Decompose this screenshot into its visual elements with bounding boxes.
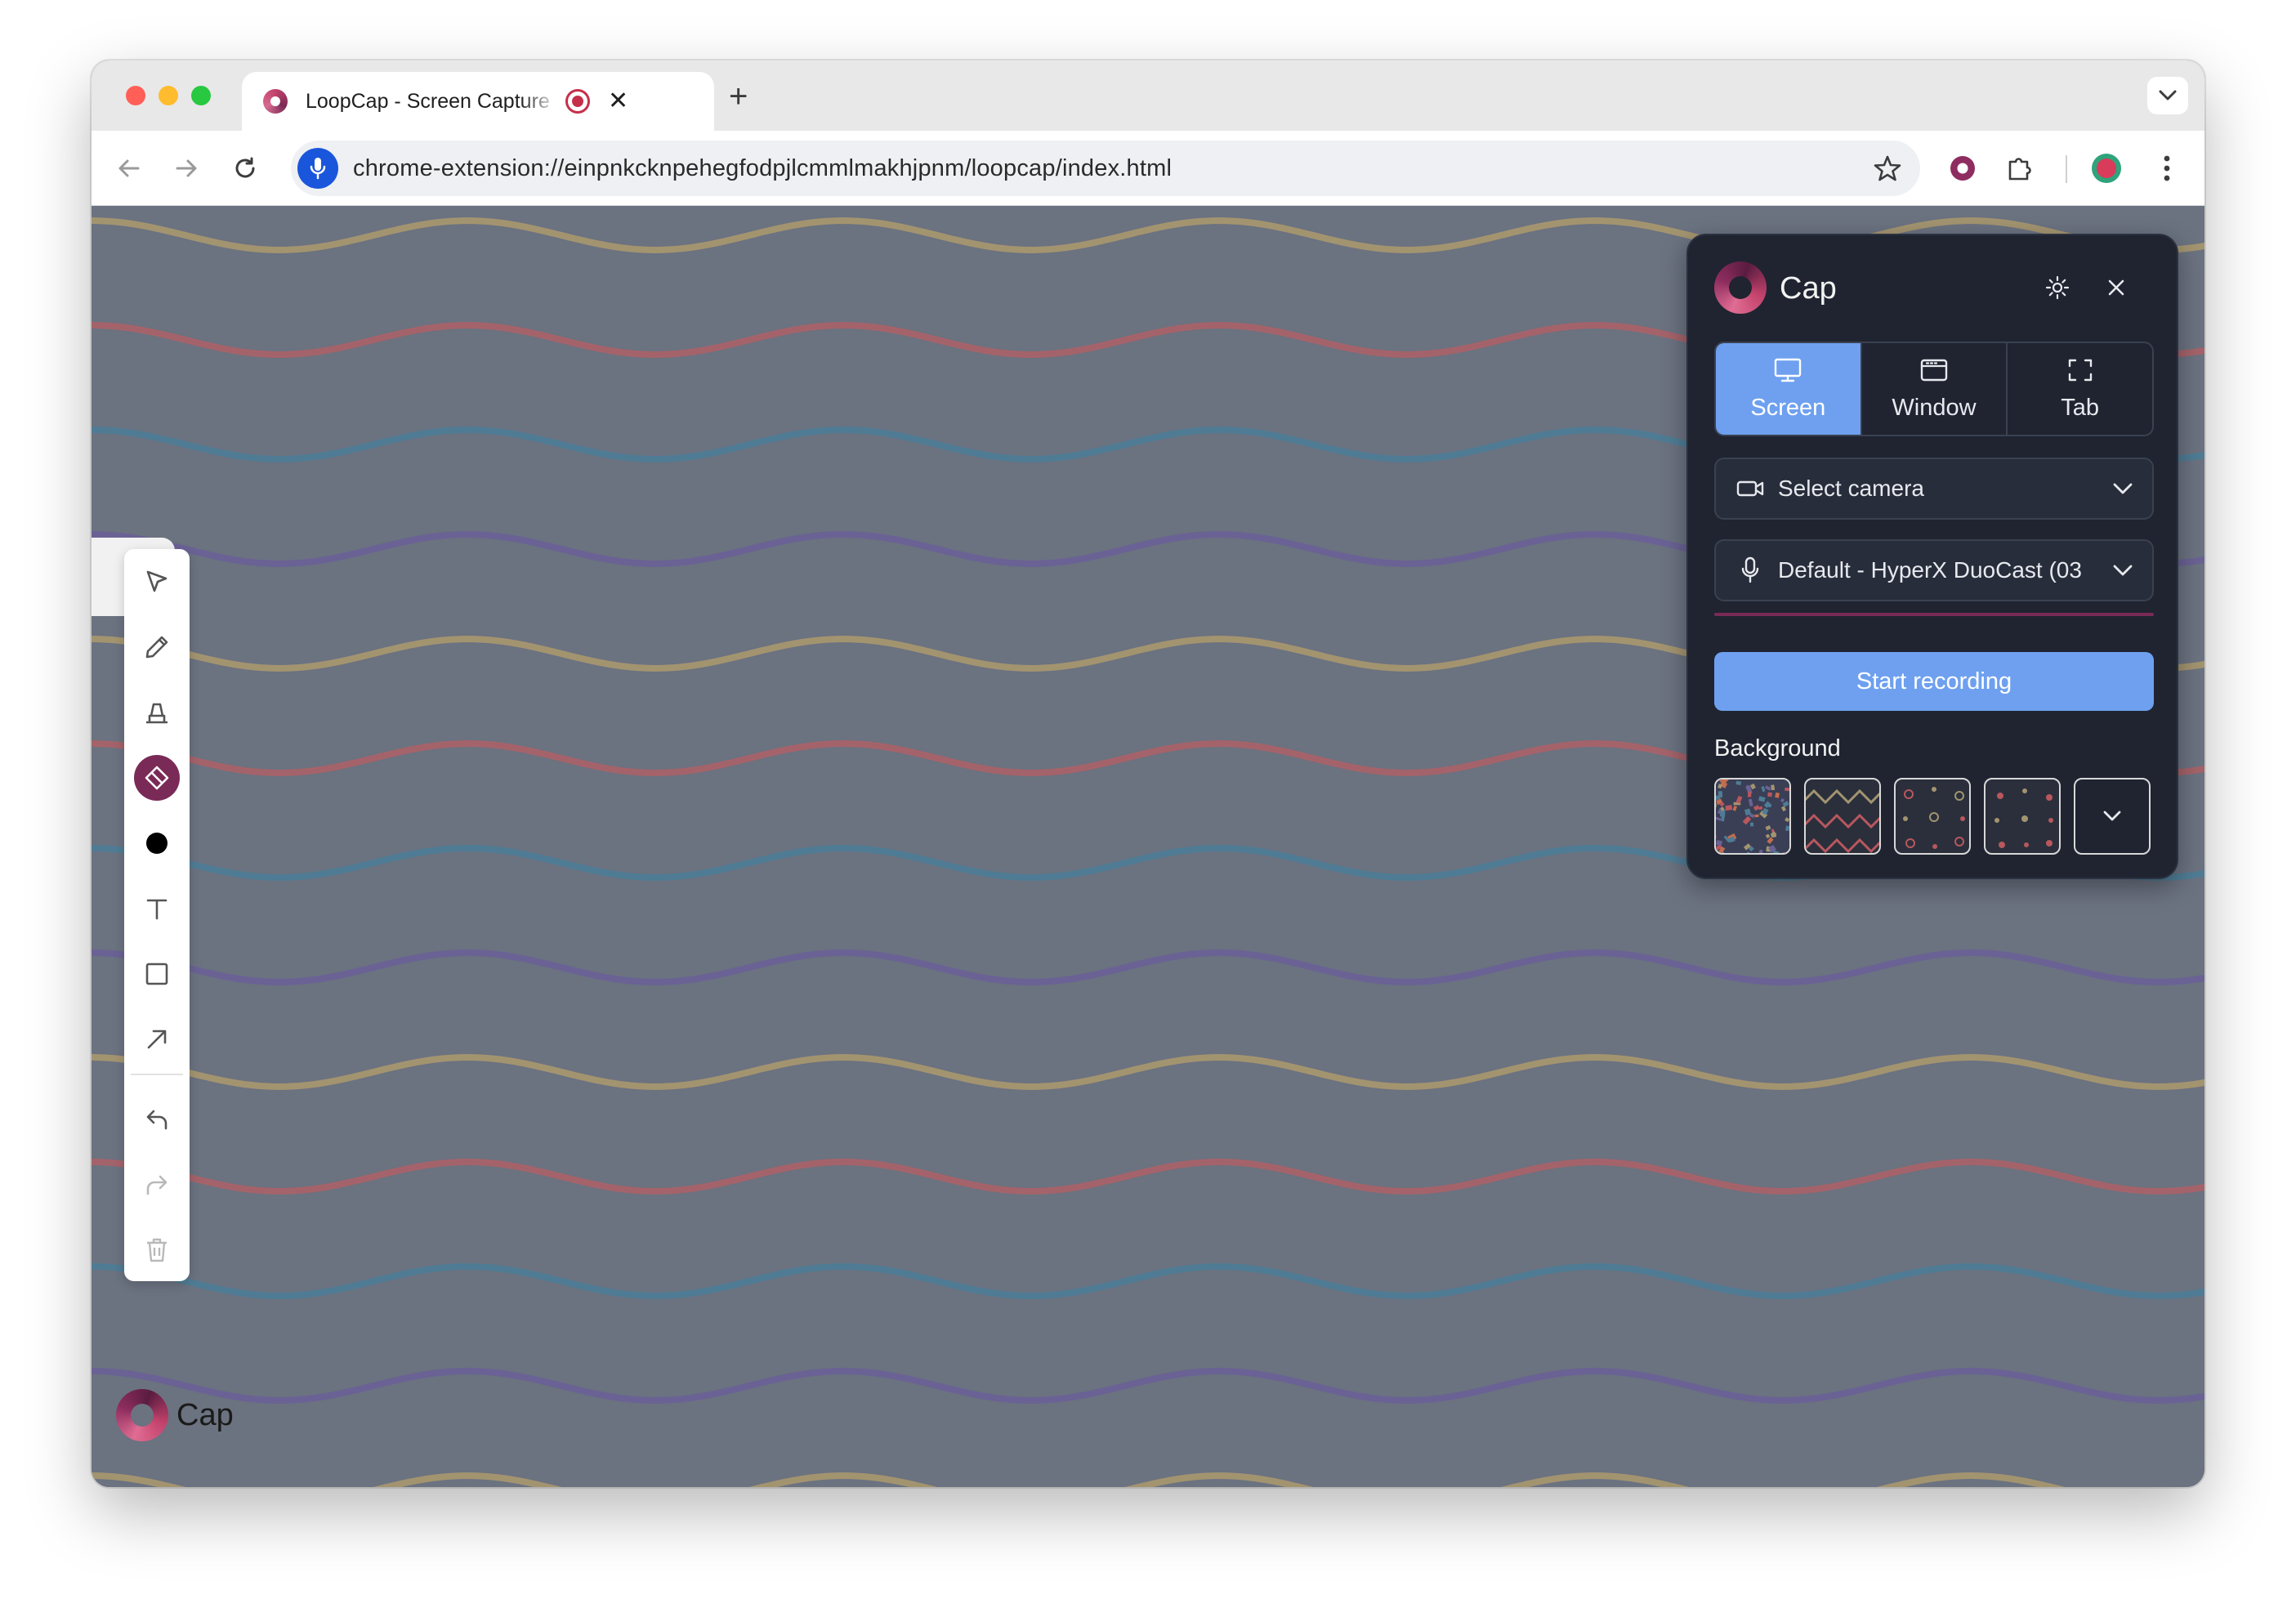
cap-logo-icon bbox=[1714, 261, 1767, 314]
background-wave-line bbox=[92, 1472, 2066, 1487]
eraser-icon bbox=[145, 766, 169, 790]
rectangle-tool[interactable] bbox=[134, 951, 180, 997]
undo-button[interactable] bbox=[134, 1097, 180, 1142]
background-option-rings[interactable] bbox=[1894, 778, 1971, 855]
square-icon bbox=[145, 963, 168, 985]
tab-search-button[interactable] bbox=[2147, 77, 2188, 114]
loopcap-favicon-icon bbox=[263, 89, 288, 114]
text-tool[interactable] bbox=[134, 886, 180, 931]
tab-title: LoopCap - Screen Capture bbox=[306, 89, 550, 113]
pen-tool[interactable] bbox=[134, 624, 180, 670]
mode-window-button[interactable]: Window bbox=[1860, 343, 2007, 435]
arrow-tool[interactable] bbox=[134, 1016, 180, 1062]
panel-close-button[interactable] bbox=[2100, 271, 2133, 304]
microphone-level-bar bbox=[1714, 613, 2154, 616]
chevron-down-icon bbox=[2159, 90, 2177, 100]
forward-button[interactable] bbox=[167, 149, 206, 188]
browser-toolbar: chrome-extension://einpnkcknpehegfodpjlc… bbox=[92, 131, 2204, 206]
select-tool[interactable] bbox=[134, 559, 180, 605]
bookmark-star-icon[interactable] bbox=[1873, 154, 1902, 187]
microphone-select-value: Default - HyperX DuoCast (03 bbox=[1778, 557, 2082, 583]
background-wave-line bbox=[92, 1053, 2204, 1091]
microphone-in-use-icon[interactable] bbox=[297, 148, 338, 189]
tab-close-button[interactable]: ✕ bbox=[608, 89, 628, 114]
more-backgrounds-button[interactable] bbox=[2074, 778, 2151, 855]
video-camera-icon bbox=[1735, 479, 1765, 498]
camera-select[interactable]: Select camera bbox=[1714, 458, 2154, 520]
mode-screen-button[interactable]: Screen bbox=[1716, 343, 1860, 435]
camera-select-value: Select camera bbox=[1778, 476, 1924, 501]
background-wave-line bbox=[92, 949, 2204, 986]
background-wave-line bbox=[92, 1158, 2204, 1195]
color-tool[interactable] bbox=[134, 820, 180, 866]
microphone-icon bbox=[1735, 556, 1765, 584]
close-icon bbox=[2108, 279, 2124, 296]
background-wave-line bbox=[92, 1367, 2204, 1405]
arrow-left-icon bbox=[118, 159, 140, 177]
sun-icon bbox=[2045, 275, 2070, 300]
chevron-down-icon bbox=[2103, 811, 2121, 821]
arrow-right-icon bbox=[176, 159, 197, 177]
capture-canvas[interactable]: Cap Cap Screen Window Tab Select camera … bbox=[92, 206, 2204, 1487]
chevron-down-icon bbox=[2111, 559, 2134, 587]
address-bar[interactable]: chrome-extension://einpnkcknpehegfodpjlc… bbox=[291, 141, 1920, 196]
loopcap-extension-icon[interactable] bbox=[1943, 149, 1982, 188]
undo-icon bbox=[146, 1110, 168, 1130]
maximize-window-button[interactable] bbox=[191, 86, 211, 105]
mode-window-label: Window bbox=[1892, 394, 1977, 421]
cap-watermark-label: Cap bbox=[176, 1397, 234, 1432]
browser-window: LoopCap - Screen Capture ✕ + chrome-exte… bbox=[92, 60, 2204, 1487]
url-text: chrome-extension://einpnkcknpehegfodpjlc… bbox=[353, 154, 1173, 181]
tab-strip: LoopCap - Screen Capture ✕ + bbox=[92, 60, 2204, 131]
back-button[interactable] bbox=[109, 149, 149, 188]
trash-icon bbox=[147, 1238, 167, 1262]
theme-toggle-button[interactable] bbox=[2041, 271, 2074, 304]
text-icon bbox=[146, 899, 168, 920]
toolbar-divider bbox=[2066, 155, 2067, 183]
drawing-toolbar bbox=[124, 549, 190, 1281]
profile-avatar[interactable] bbox=[2087, 149, 2126, 188]
background-option-confetti[interactable] bbox=[1714, 778, 1791, 855]
recording-indicator-icon bbox=[565, 89, 590, 114]
delete-button[interactable] bbox=[134, 1227, 180, 1273]
redo-button[interactable] bbox=[134, 1162, 180, 1208]
microphone-select[interactable]: Default - HyperX DuoCast (03 bbox=[1714, 539, 2154, 601]
cap-watermark: Cap bbox=[116, 1389, 234, 1441]
background-option-zigzag[interactable] bbox=[1804, 778, 1881, 855]
toolbar-divider bbox=[131, 1074, 183, 1075]
mode-screen-label: Screen bbox=[1750, 394, 1826, 421]
color-dot-icon bbox=[146, 833, 168, 854]
browser-menu-button[interactable] bbox=[2147, 149, 2187, 188]
browser-tab[interactable]: LoopCap - Screen Capture ✕ bbox=[242, 72, 714, 131]
redo-icon bbox=[146, 1175, 168, 1195]
start-recording-button[interactable]: Start recording bbox=[1714, 652, 2154, 711]
background-wave-line bbox=[92, 1262, 2204, 1300]
panel-title: Cap bbox=[1780, 271, 1837, 306]
window-icon bbox=[1920, 359, 1948, 381]
pencil-icon bbox=[145, 636, 168, 659]
highlighter-icon bbox=[146, 703, 168, 724]
background-heading: Background bbox=[1714, 735, 1841, 762]
mode-tab-label: Tab bbox=[2061, 394, 2100, 421]
arrow-icon bbox=[147, 1030, 167, 1049]
cap-recorder-panel: Cap Screen Window Tab Select camera Defa… bbox=[1686, 234, 2178, 879]
monitor-icon bbox=[1775, 358, 1802, 382]
reload-button[interactable] bbox=[226, 149, 265, 188]
chevron-down-icon bbox=[2111, 477, 2134, 506]
capture-mode-selector: Screen Window Tab bbox=[1714, 342, 2154, 436]
eraser-tool[interactable] bbox=[134, 755, 180, 801]
background-option-dots[interactable] bbox=[1984, 778, 2061, 855]
fullscreen-icon bbox=[2068, 359, 2092, 381]
extensions-puzzle-icon[interactable] bbox=[2000, 149, 2039, 188]
highlighter-tool[interactable] bbox=[134, 690, 180, 735]
mode-tab-button[interactable]: Tab bbox=[2006, 343, 2152, 435]
kebab-menu-icon bbox=[2164, 155, 2170, 181]
new-tab-button[interactable]: + bbox=[729, 80, 748, 113]
cursor-icon bbox=[146, 570, 168, 592]
reload-icon bbox=[235, 157, 255, 178]
cap-logo-icon bbox=[116, 1389, 168, 1441]
minimize-window-button[interactable] bbox=[159, 86, 178, 105]
close-window-button[interactable] bbox=[126, 86, 145, 105]
